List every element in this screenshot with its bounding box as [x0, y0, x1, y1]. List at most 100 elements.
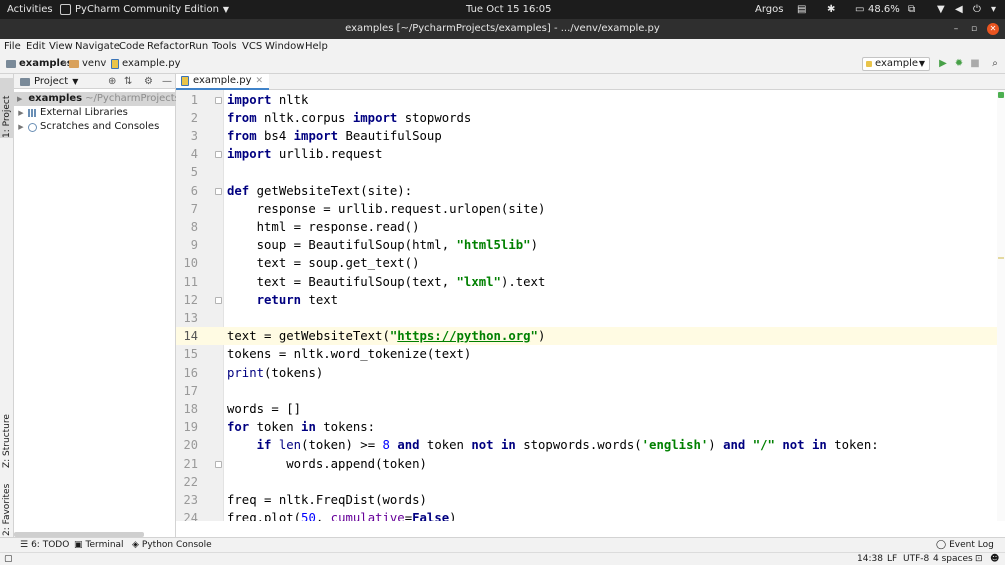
inspector-icon[interactable]: ☻: [990, 553, 999, 565]
tool-tab-favorites[interactable]: 2: Favorites: [0, 476, 14, 536]
breadcrumb-venv[interactable]: venv: [69, 55, 106, 73]
line-number: 21: [183, 456, 198, 471]
code-area[interactable]: 1 import nltk 2 from nltk.corpus import sto…: [176, 90, 997, 521]
fold-marker-icon[interactable]: [215, 460, 222, 468]
debug-icon[interactable]: ✹: [953, 57, 965, 71]
code-line[interactable]: 5: [191, 163, 997, 181]
code-line[interactable]: 13: [184, 309, 997, 327]
line-number: 17: [183, 383, 198, 398]
lock-icon[interactable]: ⊡: [975, 553, 983, 565]
minimize-button[interactable]: –: [950, 23, 962, 35]
menu-vcs[interactable]: VCS: [242, 40, 262, 54]
close-tab-icon[interactable]: ✕: [256, 74, 264, 88]
line-separator[interactable]: LF: [887, 553, 897, 565]
collapse-all-icon[interactable]: ⇅: [124, 74, 132, 89]
code-line[interactable]: 22: [184, 473, 997, 491]
files-icon[interactable]: ▤: [797, 0, 806, 19]
current-line-marker: [998, 257, 1004, 259]
fold-marker-icon[interactable]: [215, 151, 222, 159]
fold-marker-icon[interactable]: [215, 187, 222, 195]
run-icon[interactable]: ▶: [937, 57, 949, 71]
code-line[interactable]: 23 freq = nltk.FreqDist(words): [184, 491, 997, 509]
inspection-ok-icon[interactable]: [998, 92, 1004, 98]
tree-item-examples[interactable]: ▶ examples ~/PycharmProjects/e: [14, 92, 189, 106]
activities-button[interactable]: Activities: [7, 0, 53, 19]
code-line[interactable]: 18 words = []: [184, 400, 997, 418]
volume-icon[interactable]: ◀: [955, 0, 963, 19]
code-line[interactable]: 21 words.append(token): [184, 455, 997, 473]
code-text: text = BeautifulSoup(text, "lxml").text: [227, 274, 546, 289]
menu-run[interactable]: Run: [189, 40, 208, 54]
code-line[interactable]: 12 return text: [184, 291, 997, 309]
editor-tab-example-py[interactable]: example.py ✕: [176, 74, 270, 90]
tree-item-external-libraries[interactable]: ▶ External Libraries: [14, 106, 128, 120]
tool-tab-todo[interactable]: ☰ 6: TODO: [20, 538, 69, 553]
tool-tab-project[interactable]: 1: Project: [0, 78, 14, 138]
menu-edit[interactable]: Edit: [26, 40, 45, 54]
file-encoding[interactable]: UTF-8: [903, 553, 929, 565]
menu-code[interactable]: Code: [119, 40, 145, 54]
code-line[interactable]: 3 from bs4 import BeautifulSoup: [191, 127, 997, 145]
breadcrumb-separator-icon: ›: [103, 58, 107, 68]
chevron-down-icon[interactable]: ▾: [991, 0, 996, 19]
gear-icon[interactable]: ⚙: [144, 74, 153, 89]
run-configuration-select[interactable]: example ▼: [862, 57, 930, 71]
editor-scrollbar[interactable]: [997, 90, 1005, 521]
python-console-icon: ◈: [132, 540, 139, 550]
code-line[interactable]: 7 response = urllib.request.urlopen(site…: [191, 200, 997, 218]
tree-item-scratches[interactable]: ▶ Scratches and Consoles: [14, 120, 159, 134]
code-line[interactable]: 15 tokens = nltk.word_tokenize(text): [184, 345, 997, 363]
maximize-button[interactable]: ▫: [968, 23, 980, 35]
wifi-icon[interactable]: ▼: [937, 0, 945, 19]
clock[interactable]: Tue Oct 15 16:05: [466, 0, 551, 19]
power-icon[interactable]: ⏻: [973, 0, 981, 19]
indent-setting[interactable]: 4 spaces: [933, 553, 973, 565]
code-line[interactable]: 8 html = response.read(): [191, 218, 997, 236]
menu-refactor[interactable]: Refactor: [147, 40, 189, 54]
stop-icon[interactable]: ■: [969, 57, 981, 71]
line-number: 13: [183, 311, 198, 325]
menu-tools[interactable]: Tools: [212, 40, 237, 54]
code-line[interactable]: 16 print(tokens): [184, 364, 997, 382]
code-line[interactable]: 6 def getWebsiteText(site):: [191, 182, 997, 200]
code-line[interactable]: 19 for token in tokens:: [184, 418, 997, 436]
tool-tab-python-console[interactable]: ◈ Python Console: [132, 538, 212, 553]
tool-tab-terminal[interactable]: ▣ Terminal: [74, 538, 124, 553]
search-icon[interactable]: ⌕: [989, 57, 1001, 71]
fold-marker-icon[interactable]: [215, 96, 222, 104]
menu-window[interactable]: Window: [265, 40, 304, 54]
user-name[interactable]: Argos: [755, 0, 783, 19]
locate-icon[interactable]: ⊕: [108, 74, 116, 89]
network-icon[interactable]: ⧉: [908, 0, 915, 19]
breadcrumb-file[interactable]: example.py: [111, 55, 181, 73]
tool-window-toggle-icon[interactable]: ▢: [4, 553, 13, 565]
code-line[interactable]: 1 import nltk: [191, 91, 997, 109]
code-line[interactable]: 14 text = getWebsiteText("https://python.…: [176, 327, 997, 346]
code-line[interactable]: 17: [184, 382, 997, 400]
code-line[interactable]: 4 import urllib.request: [191, 145, 997, 163]
code-line[interactable]: 10 text = soup.get_text(): [184, 254, 997, 272]
menu-file[interactable]: File: [4, 40, 21, 54]
hide-icon[interactable]: —: [162, 74, 172, 89]
bluetooth-icon[interactable]: ✱: [827, 0, 835, 19]
tree-item-label: examples: [28, 93, 83, 104]
caret-position[interactable]: 14:38: [857, 553, 883, 565]
code-line[interactable]: 9 soup = BeautifulSoup(html, "html5lib"): [191, 236, 997, 254]
event-log-button[interactable]: ◯ Event Log: [936, 538, 994, 553]
code-line[interactable]: 20 if len(token) >= 8 and token not in s…: [184, 436, 997, 454]
expand-arrow-icon[interactable]: ▶: [17, 106, 25, 120]
tool-tab-structure[interactable]: Z: Structure: [0, 408, 14, 468]
menu-view[interactable]: View: [49, 40, 73, 54]
menu-help[interactable]: Help: [305, 40, 328, 54]
code-line[interactable]: 11 text = BeautifulSoup(text, "lxml").te…: [184, 273, 997, 291]
code-line[interactable]: 24 freq.plot(50, cumulative=False): [184, 509, 997, 521]
menu-navigate[interactable]: Navigate: [75, 40, 120, 54]
expand-arrow-icon[interactable]: ▶: [17, 92, 22, 106]
code-editor[interactable]: 1 import nltk 2 from nltk.corpus import sto…: [176, 90, 1005, 521]
close-button[interactable]: ✕: [987, 23, 999, 35]
fold-marker-icon[interactable]: [215, 296, 222, 304]
app-menu[interactable]: PyCharm Community Edition ▼: [60, 0, 229, 19]
code-line[interactable]: 2 from nltk.corpus import stopwords: [191, 109, 997, 127]
project-view-select[interactable]: Project ▼: [20, 74, 78, 89]
expand-arrow-icon[interactable]: ▶: [17, 120, 25, 134]
